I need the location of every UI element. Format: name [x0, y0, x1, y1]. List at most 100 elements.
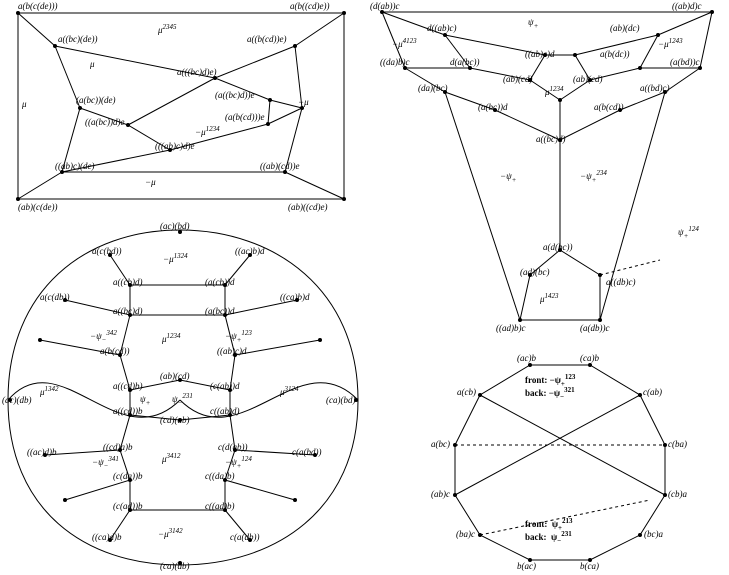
vertex-label: (ac)b [517, 354, 536, 363]
face-label: μ3124 [280, 388, 299, 397]
vertex-label: a((bd)c) [640, 84, 669, 93]
face-label: ψ−231 [172, 395, 193, 404]
vertex-label: a(b((cd)e)) [290, 2, 329, 11]
vertex-label: ((ab)d)c [672, 2, 701, 11]
vertex-label: ((ab)c)d [217, 347, 246, 356]
vertex-label: (a(b(cd)))e [225, 113, 264, 122]
vertex-label: ((ad)b)c [496, 324, 525, 333]
vertex-label: c(ba) [668, 440, 687, 449]
vertex-label: (c(da))b [113, 472, 142, 481]
face-label: −ψ+234 [580, 172, 607, 181]
face-label: −μ [298, 98, 309, 107]
vertex-label: (ab)c [431, 490, 450, 499]
face-label: −ψ−341 [92, 458, 119, 467]
face-label: −μ1324 [163, 255, 188, 264]
vertex-label: ((cd)a)b [103, 443, 132, 452]
vertex-label: (bc)a [644, 530, 663, 539]
vertex-label: a((cb)d) [113, 278, 142, 287]
vertex-label: (ab)(cd) [503, 75, 532, 84]
vertex-label: a(((bc)d)e) [177, 68, 216, 77]
face-label: −ψ+124 [225, 458, 252, 467]
legend-front-bot: front: ψ+213 [525, 520, 573, 529]
vertex-label: a(bc) [431, 440, 450, 449]
face-label: −μ1243 [658, 40, 683, 49]
vertex-label: a((bc)(de)) [58, 35, 97, 44]
vertex-label: a(b(dc)) [600, 50, 629, 59]
face-label: −μ4123 [392, 40, 417, 49]
face-label: −ψ+123 [225, 332, 252, 341]
vertex-label: a(cb) [457, 388, 476, 397]
vertex-label: a((bc)d) [113, 307, 142, 316]
vertex-label: (ab)(dc) [610, 24, 639, 33]
vertex-label: a(b(cd)) [594, 103, 623, 112]
vertex-label: (ca)(bd) [326, 396, 355, 405]
vertex-label: a(c(bd)) [92, 247, 121, 256]
vertex-label: (((ab)c)d)e [155, 142, 194, 151]
vertex-label: b(ca) [580, 562, 599, 571]
vertex-label: a(b(c(de))) [18, 2, 57, 11]
vertex-label: c((ab)d) [210, 407, 239, 416]
vertex-label: c(ab) [643, 388, 662, 397]
diagram-canvas [0, 0, 729, 575]
vertex-label: (da)(bc) [418, 84, 447, 93]
vertex-label: (a((bc)d))e [215, 91, 254, 100]
vertex-label: (ab)(c(de)) [18, 203, 57, 212]
vertex-label: a((bc)d) [536, 135, 565, 144]
legend-back-top: back: −ψ−321 [525, 389, 575, 398]
vertex-label: (d(ab))c [370, 2, 399, 11]
vertex-label: a(b(cd)) [100, 347, 129, 356]
vertex-label: ((ac)b)d [235, 247, 264, 256]
vertex-label: c((ad)b) [205, 502, 234, 511]
vertex-label: ((ab)(cd))e [260, 162, 299, 171]
vertex-label: (ad)(bc) [520, 268, 549, 277]
vertex-label: (ca)(db) [160, 562, 189, 571]
vertex-label: (ca)b [580, 354, 599, 363]
vertex-label: (a(bc))d [478, 103, 507, 112]
legend-back-bot: back: ψ−231 [525, 533, 572, 542]
vertex-label: (a(bd))c [670, 58, 699, 67]
face-label: −μ [145, 178, 156, 187]
vertex-label: c((da)b) [205, 472, 234, 481]
vertex-label: d((ab)c) [427, 24, 456, 33]
vertex-label: ((ac)d)b [27, 448, 56, 457]
face-label: ψ+ [140, 395, 150, 404]
vertex-label: a((cd))b [113, 407, 142, 416]
vertex-label: ((ca)d)b [92, 533, 121, 542]
vertex-label: c(d(ab)) [218, 443, 247, 452]
vertex-label: c(a(bd)) [292, 448, 321, 457]
face-label: ψ+ [528, 18, 538, 27]
vertex-label: ((a(bc))d)e [85, 118, 124, 127]
vertex-label: b(ac) [517, 562, 536, 571]
face-label: −μ1234 [195, 128, 220, 137]
vertex-label: a((b(cd))e) [247, 35, 286, 44]
vertex-label: (ab)(cd) [573, 75, 602, 84]
vertex-label: (cb)a [668, 490, 687, 499]
vertex-label: a(d(bc)) [543, 243, 572, 252]
face-label: μ2345 [158, 26, 177, 35]
vertex-label: (ac)(bd) [160, 222, 189, 231]
face-label: μ1234 [162, 335, 181, 344]
vertex-label: (c(ad))b [113, 502, 142, 511]
vertex-label: ((ab)c)d [525, 50, 554, 59]
vertex-label: d(a(bc)) [450, 58, 479, 67]
vertex-label: ((ca)b)d [280, 293, 309, 302]
face-label: μ3412 [162, 455, 181, 464]
vertex-label: (cd)(ab) [160, 416, 189, 425]
vertex-label: (c(ab))d [210, 382, 239, 391]
vertex-label: (ab)(cd) [160, 372, 189, 381]
face-label: ψ+124 [678, 228, 699, 237]
face-label: μ1234 [545, 88, 564, 97]
face-label: −μ3142 [158, 530, 183, 539]
face-label: μ1423 [540, 295, 559, 304]
vertex-label: (a(cb))d [205, 278, 234, 287]
vertex-label: (a(bc))(de) [76, 96, 115, 105]
vertex-label: (a(db))c [580, 324, 609, 333]
face-label: μ1342 [40, 388, 59, 397]
vertex-label: a(c(db)) [40, 293, 69, 302]
vertex-label: a((db)c) [606, 278, 635, 287]
legend-front-top: front: −ψ+123 [525, 376, 575, 385]
vertex-label: (a(bc))d [205, 307, 234, 316]
vertex-label: ((da)b)c [380, 58, 409, 67]
vertex-label: (ba)c [456, 530, 475, 539]
face-label: −ψ+ [500, 172, 516, 181]
